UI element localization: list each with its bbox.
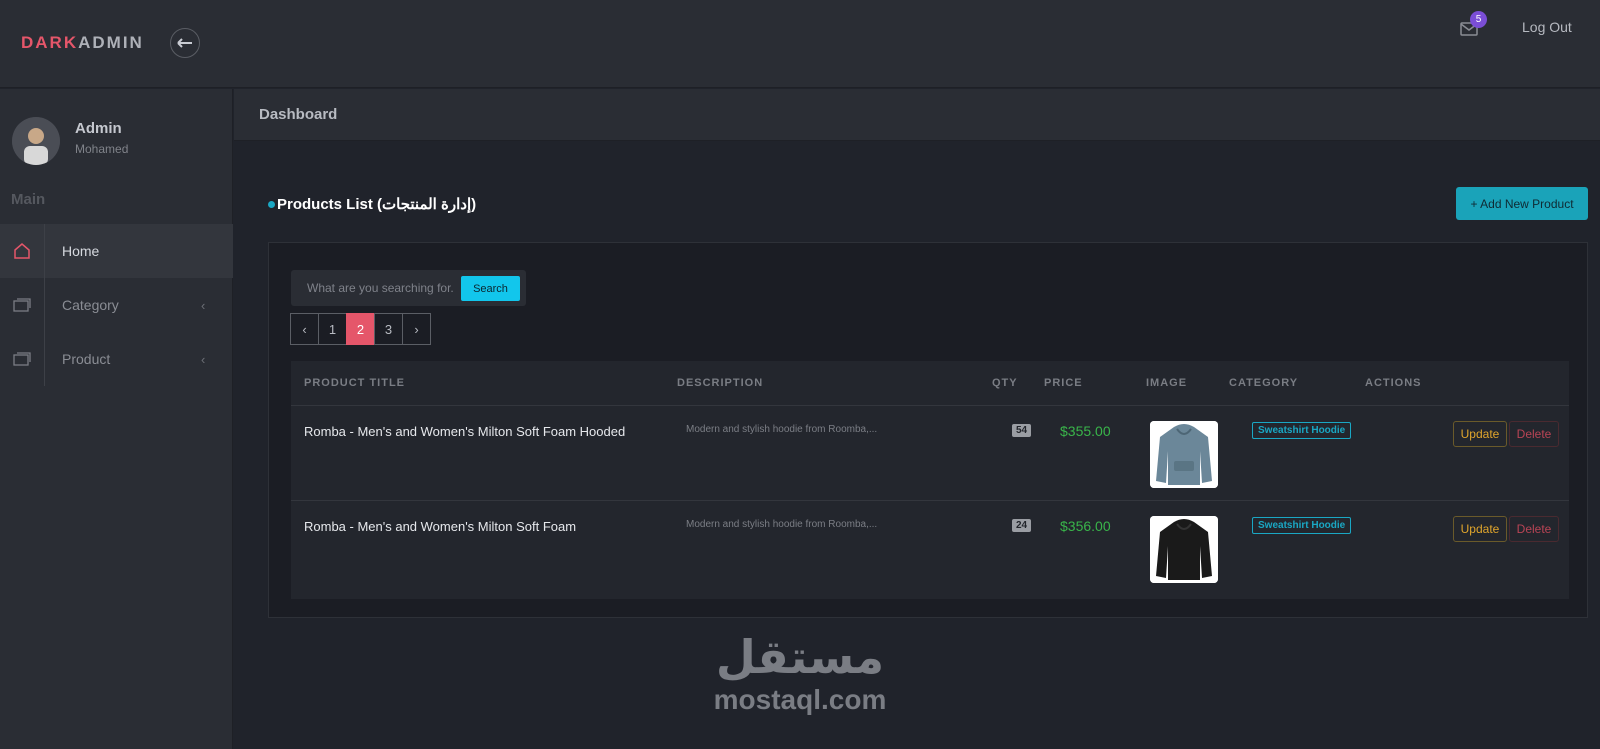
- pagination-page-3[interactable]: 3: [374, 313, 403, 345]
- page-header: Dashboard: [234, 89, 1600, 141]
- watermark: مستقل mostaql.com: [700, 634, 900, 716]
- avatar: [12, 117, 60, 165]
- search-button[interactable]: Search: [461, 276, 520, 301]
- table-row: Romba - Men's and Women's Milton Soft Fo…: [291, 405, 1569, 501]
- arrow-left-icon: [177, 38, 192, 48]
- watermark-latin: mostaql.com: [713, 684, 887, 715]
- column-header-description: DESCRIPTION: [677, 377, 764, 389]
- sidebar-item-label: Product: [62, 351, 111, 367]
- product-image: [1150, 516, 1218, 583]
- logout-link[interactable]: Log Out: [1522, 19, 1572, 35]
- products-table: PRODUCT TITLE DESCRIPTION QTY PRICE IMAG…: [291, 361, 1569, 599]
- chevron-left-icon: ‹: [201, 297, 206, 313]
- qty-badge: 24: [1012, 519, 1032, 532]
- product-description: Modern and stylish hoodie from Roomba,..…: [686, 519, 878, 530]
- sidebar-item-label: Home: [62, 243, 100, 259]
- logo-admin: ADMIN: [78, 33, 144, 52]
- category-badge[interactable]: Sweatshirt Hoodie: [1252, 517, 1352, 534]
- sidebar-item-category[interactable]: Category ‹: [0, 278, 233, 332]
- column-header-category: CATEGORY: [1229, 377, 1299, 389]
- column-header-image: IMAGE: [1146, 377, 1188, 389]
- product-price: $355.00: [1060, 423, 1111, 439]
- pagination-page-2[interactable]: 2: [346, 313, 375, 345]
- user-name: Admin: [75, 120, 122, 137]
- products-panel: Search ‹ 1 2 3 › PRODUCT TITLE DESCRIPTI…: [268, 242, 1588, 618]
- update-button[interactable]: Update: [1453, 421, 1507, 447]
- delete-button[interactable]: Delete: [1509, 516, 1559, 542]
- column-header-title: PRODUCT TITLE: [304, 377, 405, 389]
- product-title: Romba - Men's and Women's Milton Soft Fo…: [304, 424, 626, 439]
- product-description: Modern and stylish hoodie from Roomba,..…: [686, 424, 878, 435]
- watermark-arabic: مستقل: [715, 630, 885, 684]
- pagination-next[interactable]: ›: [402, 313, 431, 345]
- update-button[interactable]: Update: [1453, 516, 1507, 542]
- sidebar-item-label: Category: [62, 297, 119, 313]
- top-bar: DARKADMIN 5 Log Out: [0, 0, 1600, 88]
- product-title: Romba - Men's and Women's Milton Soft Fo…: [304, 519, 577, 534]
- home-icon: [14, 243, 30, 259]
- sidebar-item-product[interactable]: Product ‹: [0, 332, 233, 386]
- column-header-qty: QTY: [992, 377, 1018, 389]
- user-subtitle: Mohamed: [75, 142, 129, 156]
- pagination-page-1[interactable]: 1: [318, 313, 347, 345]
- search-input[interactable]: [297, 276, 457, 300]
- column-header-price: PRICE: [1044, 377, 1083, 389]
- pagination: ‹ 1 2 3 ›: [290, 313, 431, 345]
- section-title-text: Products List (إدارة المنتجات): [277, 196, 477, 213]
- column-header-actions: ACTIONS: [1365, 377, 1422, 389]
- product-image: [1150, 421, 1218, 488]
- section-title: Products List (إدارة المنتجات): [268, 195, 476, 213]
- mail-count-badge: 5: [1470, 11, 1487, 28]
- sidebar-item-home[interactable]: Home: [0, 224, 233, 278]
- hoodie-icon: [1150, 516, 1218, 583]
- delete-button[interactable]: Delete: [1509, 421, 1559, 447]
- window-icon: [13, 298, 31, 312]
- brand-logo[interactable]: DARKADMIN: [21, 33, 144, 53]
- table-row: Romba - Men's and Women's Milton Soft Fo…: [291, 500, 1569, 596]
- category-badge[interactable]: Sweatshirt Hoodie: [1252, 422, 1352, 439]
- page-title: Dashboard: [259, 106, 338, 123]
- search-bar: Search: [291, 270, 526, 306]
- qty-badge: 54: [1012, 424, 1032, 437]
- add-new-product-button[interactable]: + Add New Product: [1456, 187, 1588, 220]
- sidebar-toggle-button[interactable]: [170, 28, 200, 58]
- pagination-prev[interactable]: ‹: [290, 313, 319, 345]
- sidebar: Admin Mohamed Main Home Category ‹ Produ…: [0, 89, 233, 749]
- hoodie-icon: [1150, 421, 1218, 488]
- logo-dark: DARK: [21, 33, 79, 52]
- nav-heading-main: Main: [11, 191, 46, 208]
- window-icon: [13, 352, 31, 366]
- chevron-left-icon: ‹: [201, 351, 206, 367]
- bullet-dot-icon: [268, 200, 275, 208]
- product-price: $356.00: [1060, 518, 1111, 534]
